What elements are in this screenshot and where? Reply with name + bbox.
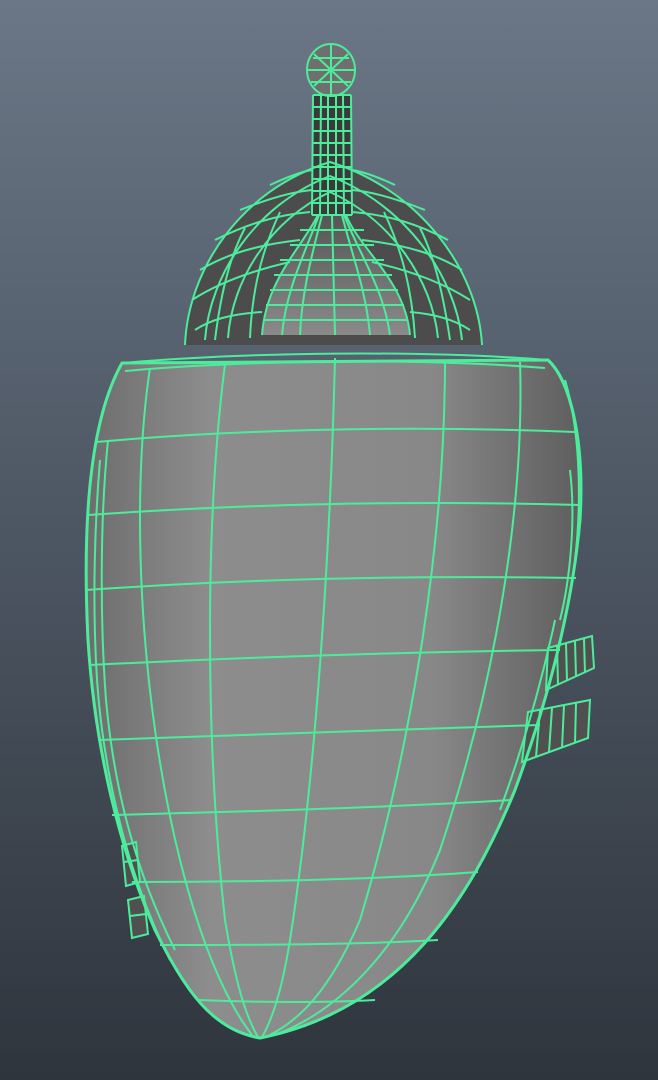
3d-viewport[interactable] (0, 0, 658, 1080)
mesh-render[interactable] (0, 0, 658, 1080)
shaded-surface (86, 44, 594, 1038)
